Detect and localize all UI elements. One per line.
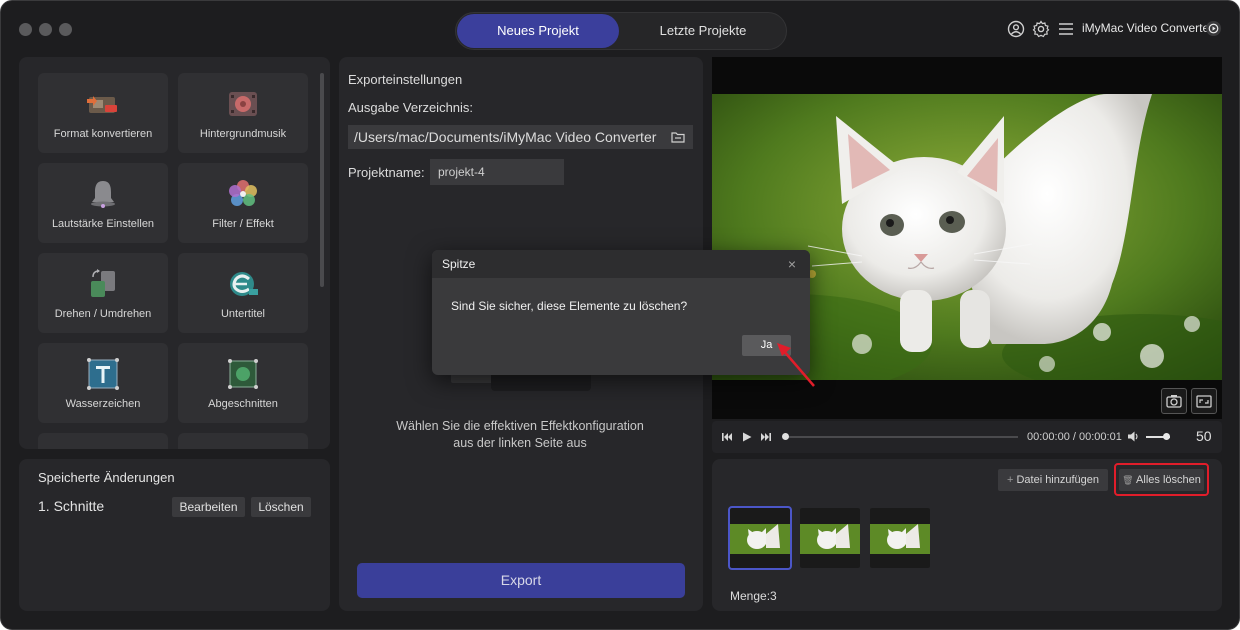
clear-all-highlight xyxy=(1114,463,1209,496)
placeholder-illustration xyxy=(491,373,591,391)
fullscreen-button[interactable] xyxy=(1191,388,1217,414)
confirm-dialog: Spitze × Sind Sie sicher, diese Elemente… xyxy=(432,250,810,375)
tool-label: Hintergrundmusik xyxy=(199,128,287,140)
thumbnail-image xyxy=(870,508,930,568)
skip-forward-icon[interactable] xyxy=(760,431,772,443)
snapshot-button[interactable] xyxy=(1161,388,1187,414)
tool-label: Abgeschnitten xyxy=(208,398,278,410)
volume-bell-icon xyxy=(91,181,115,208)
tools-scrollbar[interactable] xyxy=(320,73,324,287)
add-file-button[interactable]: + Datei hinzufügen xyxy=(998,469,1108,491)
volume-handle[interactable] xyxy=(1163,433,1170,440)
title-bar: Neues Projekt Letzte Projekte iMyMac Vid… xyxy=(1,1,1239,57)
saved-item-label: 1. Schnitte xyxy=(38,498,105,514)
progress-handle[interactable] xyxy=(782,433,789,440)
add-file-label: Datei hinzufügen xyxy=(1016,474,1100,486)
rotate-icon xyxy=(91,269,115,297)
hint-line-2: aus der linken Seite aus xyxy=(453,436,587,450)
tool-format-convert[interactable]: Format konvertieren xyxy=(38,73,168,153)
app-logo-icon xyxy=(1205,20,1222,37)
tool-label: Filter / Effekt xyxy=(212,218,274,230)
tool-label: Wasserzeichen xyxy=(65,398,141,410)
time-display: 00:00:00 / 00:00:01 xyxy=(1027,431,1122,443)
tool-label: Drehen / Umdrehen xyxy=(54,308,152,320)
volume-value: 50 xyxy=(1196,428,1212,444)
output-dir-label: Ausgabe Verzeichnis: xyxy=(348,100,474,115)
watermark-icon xyxy=(87,358,119,390)
thumbnail-image xyxy=(800,508,860,568)
hint-line-1: Wählen Sie die effektiven Effektkonfigur… xyxy=(396,419,644,433)
export-button[interactable]: Export xyxy=(357,563,685,598)
project-name-value: projekt-4 xyxy=(438,165,485,179)
dialog-message: Sind Sie sicher, diese Elemente zu lösch… xyxy=(451,299,688,313)
project-name-field[interactable]: projekt-4 xyxy=(430,159,564,185)
delete-button[interactable]: Löschen xyxy=(251,497,311,517)
menu-icon[interactable] xyxy=(1057,20,1075,38)
saved-changes-title: Speicherte Änderungen xyxy=(38,470,175,485)
project-name-label: Projektname: xyxy=(348,165,425,180)
tool-label: Lautstärke Einstellen xyxy=(51,218,155,230)
play-icon[interactable] xyxy=(741,431,753,443)
tab-new-project[interactable]: Neues Projekt xyxy=(457,14,619,48)
crop-icon xyxy=(228,359,258,389)
tool-subtitle[interactable]: Untertitel xyxy=(178,253,308,333)
tool-partial[interactable] xyxy=(38,433,168,449)
background-music-icon xyxy=(229,92,257,116)
tool-rotate[interactable]: Drehen / Umdrehen xyxy=(38,253,168,333)
thumbnail-image xyxy=(730,508,790,568)
edit-button[interactable]: Bearbeiten xyxy=(172,497,245,517)
tool-partial[interactable] xyxy=(178,433,308,449)
file-count: Menge:3 xyxy=(730,589,777,603)
tool-watermark[interactable]: Wasserzeichen xyxy=(38,343,168,423)
app-window: Neues Projekt Letzte Projekte iMyMac Vid… xyxy=(0,0,1240,630)
tool-crop[interactable]: Abgeschnitten xyxy=(178,343,308,423)
progress-track[interactable] xyxy=(786,436,1018,438)
dialog-title: Spitze xyxy=(442,257,476,271)
file-thumbnail[interactable] xyxy=(728,506,792,570)
camera-icon xyxy=(1166,395,1182,408)
tool-label: Format konvertieren xyxy=(53,128,153,140)
output-dir-field[interactable]: /Users/mac/Documents/iMyMac Video Conver… xyxy=(348,125,693,149)
filter-effect-icon xyxy=(229,180,257,206)
project-tabs: Neues Projekt Letzte Projekte xyxy=(455,12,787,50)
minimize-window-button[interactable] xyxy=(39,23,52,36)
tool-background-music[interactable]: Hintergrundmusik xyxy=(178,73,308,153)
tool-filter-effect[interactable]: Filter / Effekt xyxy=(178,163,308,243)
speaker-icon[interactable] xyxy=(1127,430,1140,443)
dialog-header: Spitze × xyxy=(432,250,810,278)
close-window-button[interactable] xyxy=(19,23,32,36)
app-name: iMyMac Video Converter xyxy=(1082,21,1214,35)
tab-recent-projects[interactable]: Letzte Projekte xyxy=(622,14,784,48)
close-icon[interactable]: × xyxy=(788,256,796,272)
output-dir-value: /Users/mac/Documents/iMyMac Video Conver… xyxy=(354,129,657,145)
fullscreen-icon xyxy=(1196,395,1212,408)
gear-icon[interactable] xyxy=(1032,20,1050,38)
export-heading: Exporteinstellungen xyxy=(348,72,463,87)
format-convert-icon xyxy=(87,96,117,113)
tool-volume[interactable]: Lautstärke Einstellen xyxy=(38,163,168,243)
subtitle-icon xyxy=(230,272,258,296)
account-icon[interactable] xyxy=(1007,20,1025,38)
file-thumbnail[interactable] xyxy=(870,508,930,568)
tool-label: Untertitel xyxy=(220,308,266,320)
skip-back-icon[interactable] xyxy=(721,431,733,443)
file-thumbnail[interactable] xyxy=(800,508,860,568)
zoom-window-button[interactable] xyxy=(59,23,72,36)
annotation-arrow-icon xyxy=(777,343,815,387)
folder-icon[interactable] xyxy=(670,129,686,145)
